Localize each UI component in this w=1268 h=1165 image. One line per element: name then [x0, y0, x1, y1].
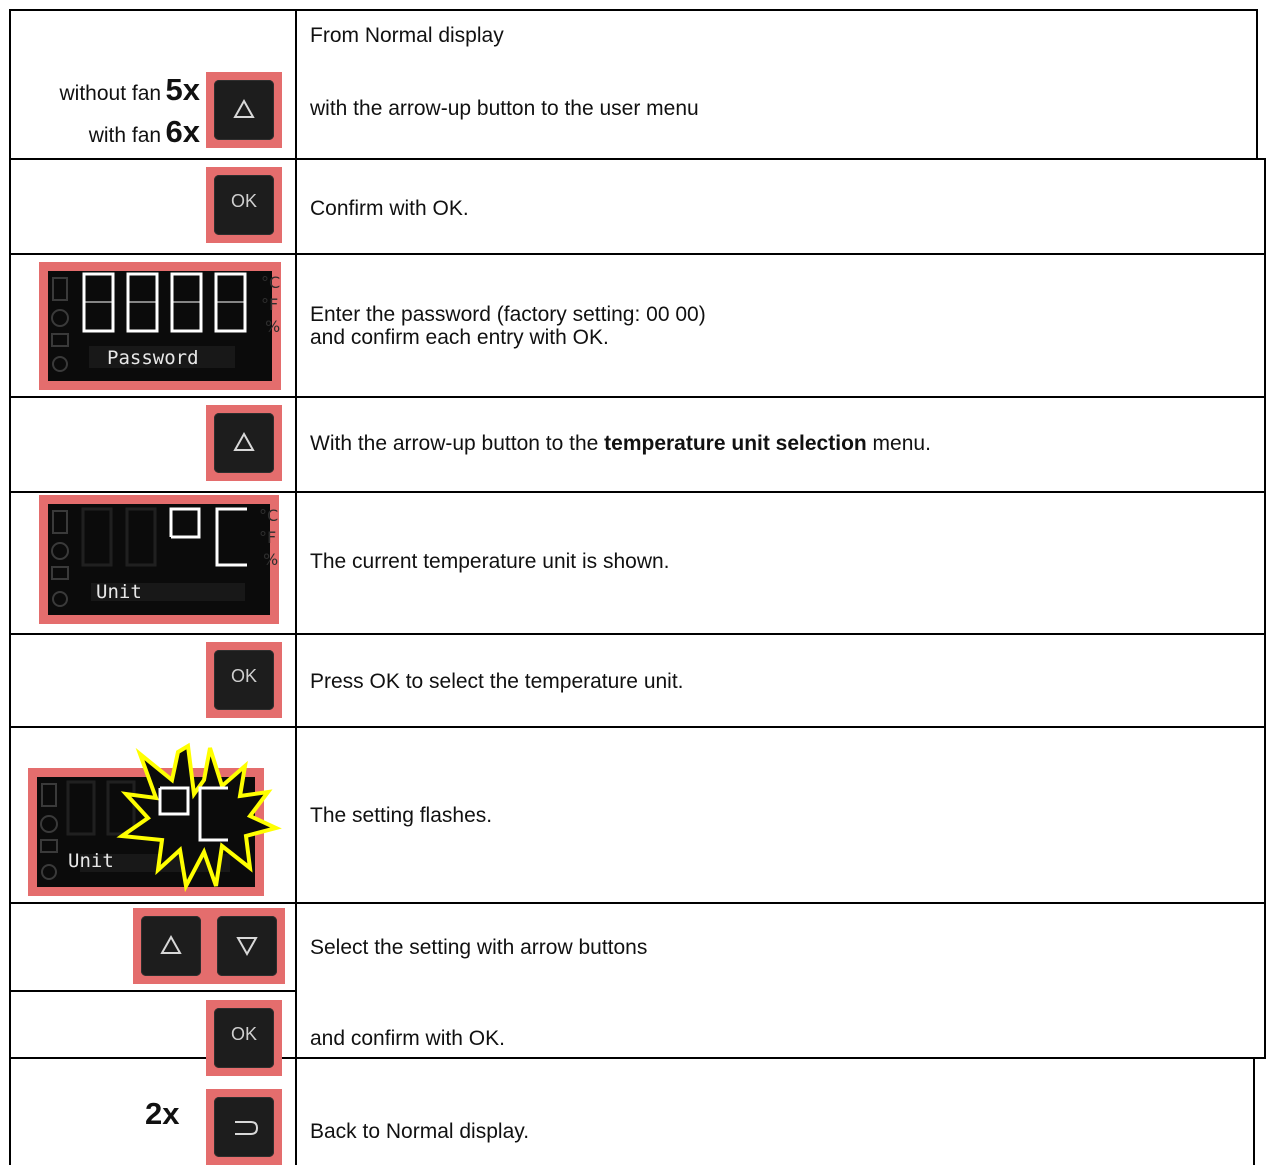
svg-text:%: %	[263, 550, 278, 569]
row-4-text-bold: temperature unit selection	[604, 432, 867, 455]
with-fan-text: with fan	[88, 124, 162, 147]
row-4-text-pre: With the arrow-up button to the	[310, 432, 605, 455]
arrow-up-button[interactable]	[133, 908, 209, 984]
ok-button[interactable]: OK	[206, 1000, 282, 1076]
arrow-up-icon	[233, 98, 255, 118]
row-9-text: and confirm with OK.	[310, 1027, 505, 1050]
row-7-text: The setting flashes.	[310, 804, 493, 827]
arrow-up-button[interactable]	[206, 72, 282, 148]
ok-button[interactable]: OK	[206, 642, 282, 718]
with-fan-count: 6x	[165, 114, 200, 149]
password-label: Password	[107, 347, 199, 369]
ok-label: OK	[230, 1024, 257, 1044]
ok-label: OK	[230, 191, 257, 211]
arrow-down-icon	[236, 937, 258, 957]
ok-label: OK	[230, 666, 257, 686]
row-3-text-line2: and confirm each entry with OK.	[310, 326, 609, 349]
svg-text:°F: °F	[261, 295, 278, 314]
back-button[interactable]	[206, 1089, 282, 1165]
unit-label: Unit	[96, 581, 142, 603]
row-8-text: Select the setting with arrow buttons	[310, 936, 648, 959]
arrow-up-icon	[160, 934, 182, 954]
back-count: 2x	[145, 1096, 180, 1131]
row-1-text-line1: From Normal display	[310, 24, 504, 47]
flash-burst-icon	[116, 742, 282, 893]
row-2-text: Confirm with OK.	[310, 197, 469, 220]
row-4-text: With the arrow-up button to the temperat…	[310, 431, 931, 457]
without-fan-text: without fan	[59, 82, 162, 105]
arrow-up-icon	[233, 431, 255, 451]
with-fan-label: with fan 6x	[89, 114, 200, 150]
row-4-text-post: menu.	[866, 432, 931, 455]
row-10-text: Back to Normal display.	[310, 1120, 530, 1143]
ok-button[interactable]: OK	[206, 167, 282, 243]
svg-text:%: %	[265, 317, 280, 336]
arrow-up-button[interactable]	[206, 405, 282, 481]
unit-display-graphics: °C °F %	[51, 506, 278, 607]
row-1-text-line2: with the arrow-up button to the user men…	[310, 97, 699, 120]
back-icon	[235, 1121, 259, 1135]
row-5-text: The current temperature unit is shown.	[310, 550, 670, 573]
svg-text:°F: °F	[259, 528, 276, 547]
arrow-down-button[interactable]	[209, 908, 285, 984]
without-fan-label: without fan 5x	[59, 72, 200, 108]
controller-side-icons: °C °F %	[51, 272, 280, 372]
svg-text:°C: °C	[261, 273, 280, 292]
row-6-text: Press OK to select the temperature unit.	[310, 670, 684, 693]
unit-display: °C °F % Unit	[39, 495, 279, 624]
without-fan-count: 5x	[165, 72, 200, 107]
password-display: °C °F % Password	[39, 262, 281, 390]
svg-text:°C: °C	[259, 506, 278, 525]
